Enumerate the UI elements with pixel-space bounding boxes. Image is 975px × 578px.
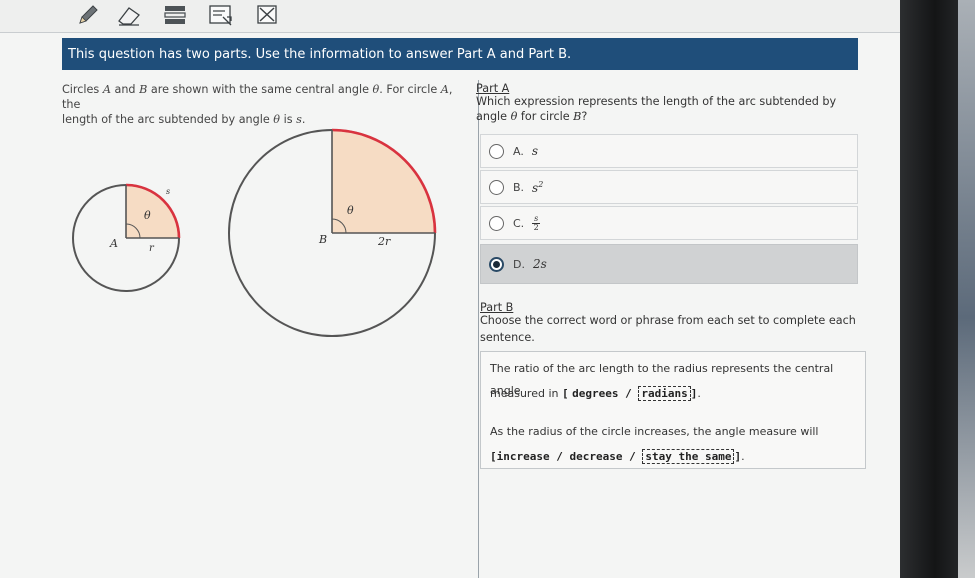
option-separator: / bbox=[622, 450, 643, 463]
bracket-open: [ bbox=[561, 387, 569, 400]
question-text: ? bbox=[581, 110, 588, 123]
eraser-icon bbox=[118, 7, 140, 26]
instruction-banner: This question has two parts. Use the inf… bbox=[62, 38, 858, 70]
instruction-text: This question has two parts. Use the inf… bbox=[68, 46, 572, 62]
part-b-question-line-2: sentence. bbox=[480, 331, 535, 344]
toolbar bbox=[0, 0, 900, 33]
fraction-denominator: 2 bbox=[533, 222, 539, 232]
choice-d[interactable]: D. 2s bbox=[480, 244, 858, 284]
test-screen: This question has two parts. Use the inf… bbox=[0, 0, 900, 578]
answer-masking-tool[interactable] bbox=[206, 2, 236, 28]
theta-label-a: θ bbox=[144, 209, 151, 222]
sector-b bbox=[332, 130, 435, 233]
choice-value: s2 bbox=[532, 180, 543, 195]
circle-a-figure: θ A r s bbox=[72, 183, 181, 292]
option-radians-selected[interactable]: radians bbox=[638, 386, 691, 401]
sentence-text: measured in bbox=[490, 387, 562, 400]
eraser-tool[interactable] bbox=[114, 2, 144, 28]
close-box-icon bbox=[257, 5, 277, 24]
option-separator: / bbox=[549, 450, 570, 463]
radio-b[interactable] bbox=[489, 179, 504, 195]
stem-var: A bbox=[440, 83, 449, 96]
sentence-2-line-1: As the radius of the circle increases, t… bbox=[490, 425, 819, 438]
background-outside-screen bbox=[958, 0, 975, 578]
stem-text: and bbox=[110, 83, 140, 96]
option-decrease[interactable]: decrease bbox=[569, 450, 622, 463]
part-b-question: Choose the correct word or phrase from e… bbox=[480, 312, 860, 346]
stem-text: . For circle bbox=[379, 83, 441, 96]
choice-exponent: 2 bbox=[538, 179, 544, 189]
part-b-question-line-1: Choose the correct word or phrase from e… bbox=[480, 314, 856, 327]
radius-label-b: 2r bbox=[377, 235, 391, 248]
part-a-question: Which expression represents the length o… bbox=[476, 94, 856, 124]
radio-d-selected[interactable] bbox=[489, 256, 504, 272]
option-degrees[interactable]: degrees bbox=[572, 387, 618, 400]
choice-value: s bbox=[531, 144, 538, 158]
arc-label-a: s bbox=[166, 187, 170, 196]
fraction-numerator: s bbox=[534, 213, 539, 223]
column-divider bbox=[478, 80, 479, 578]
theta-label-b: θ bbox=[347, 204, 354, 217]
answer-masking-icon bbox=[209, 5, 232, 26]
part-a-question-line-1: Which expression represents the length o… bbox=[476, 95, 837, 108]
choice-c[interactable]: C. s2 bbox=[480, 206, 858, 240]
circle-figures: θ A r s θ B 2r bbox=[72, 128, 437, 337]
choice-letter: C. bbox=[513, 216, 525, 230]
center-label-b: B bbox=[318, 233, 327, 246]
pencil-icon bbox=[79, 5, 98, 24]
choice-letter: D. bbox=[513, 257, 525, 271]
stem-text: are shown with the same central angle bbox=[147, 83, 373, 96]
choice-letter: B. bbox=[513, 180, 525, 194]
option-eliminator-tool[interactable] bbox=[252, 2, 282, 28]
sentence-2-line-2: [increase / decrease / stay the same]. bbox=[490, 446, 745, 468]
bracket-open: [ bbox=[490, 450, 497, 463]
inline-choice-box: The ratio of the arc length to the radiu… bbox=[480, 351, 866, 469]
center-label-a: A bbox=[109, 237, 118, 250]
line-reader-icon bbox=[164, 6, 186, 24]
choice-letter: A. bbox=[513, 144, 524, 158]
choice-a[interactable]: A. s bbox=[480, 134, 858, 168]
stem-var: A bbox=[102, 83, 111, 96]
option-increase[interactable]: increase bbox=[497, 450, 550, 463]
option-stay-the-same-selected[interactable]: stay the same bbox=[642, 449, 735, 464]
sentence-1-line-2: measured in [ degrees / radians]. bbox=[490, 383, 701, 405]
monitor-bezel bbox=[900, 0, 958, 578]
sentence-text: . bbox=[697, 387, 701, 400]
sentence-text: . bbox=[741, 450, 745, 463]
choice-b[interactable]: B. s2 bbox=[480, 170, 858, 204]
radius-label-a: r bbox=[149, 243, 155, 254]
option-separator: / bbox=[618, 387, 639, 400]
question-text: angle bbox=[476, 110, 511, 123]
radio-a[interactable] bbox=[489, 143, 504, 159]
choice-fraction: s2 bbox=[532, 213, 541, 232]
stem-line-1: Circles A and B are shown with the same … bbox=[62, 82, 472, 112]
part-a-question-line-2: angle θ for circle B? bbox=[476, 109, 856, 124]
stem-text: Circles bbox=[62, 83, 103, 96]
radio-c[interactable] bbox=[489, 215, 504, 231]
circle-b-figure: θ B 2r bbox=[228, 128, 437, 337]
choice-value: 2s bbox=[532, 257, 547, 271]
pencil-tool[interactable] bbox=[72, 2, 102, 28]
question-text: for circle bbox=[517, 110, 574, 123]
line-reader-tool[interactable] bbox=[160, 2, 190, 28]
